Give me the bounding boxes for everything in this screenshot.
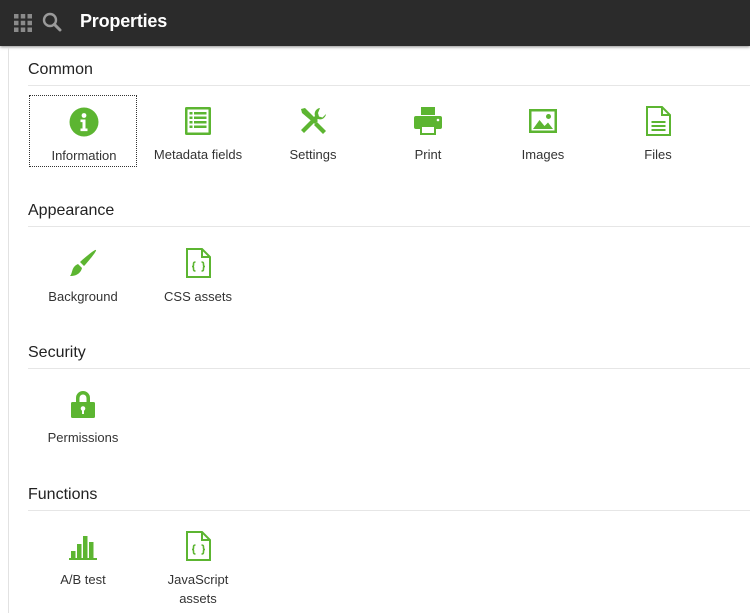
tile-ab-test[interactable]: A/B test	[29, 520, 137, 592]
tile-label: Settings	[289, 147, 337, 162]
tile-label: JavaScript assets	[167, 572, 229, 606]
tile-permissions[interactable]: Permissions	[29, 378, 137, 450]
page-title: Properties	[80, 11, 168, 31]
tile-label: Print	[414, 147, 442, 162]
tile-css-assets[interactable]: CSS assets	[144, 237, 252, 309]
tile-background[interactable]: Background	[29, 237, 137, 309]
lock-icon	[71, 391, 95, 418]
top-bar: Properties	[0, 0, 750, 46]
section-header-security: Security	[28, 344, 750, 369]
section-title: Functions	[28, 486, 98, 503]
section-header-common: Common	[28, 61, 750, 86]
tile-label: CSS assets	[164, 289, 232, 304]
tile-print[interactable]: Print	[374, 95, 482, 167]
image-icon	[529, 109, 557, 133]
tile-label: Files	[644, 147, 672, 162]
apps-grid-icon[interactable]	[14, 14, 32, 32]
bar-chart-icon	[69, 536, 97, 560]
tile-settings[interactable]: Settings	[259, 95, 367, 167]
tile-label: Images	[521, 147, 565, 162]
tile-metadata-fields[interactable]: Metadata fields	[144, 95, 252, 167]
section-title: Common	[28, 61, 93, 78]
tile-files[interactable]: Files	[604, 95, 712, 167]
file-icon	[646, 106, 671, 136]
section-header-appearance: Appearance	[28, 202, 750, 227]
code-file-icon	[186, 248, 211, 278]
section-title: Appearance	[28, 202, 115, 219]
tools-icon	[301, 108, 326, 134]
tile-images[interactable]: Images	[489, 95, 597, 167]
section-header-functions: Functions	[28, 486, 750, 511]
search-icon[interactable]	[42, 12, 62, 32]
tile-javascript-assets[interactable]: JavaScript assets	[144, 520, 252, 606]
printer-icon	[414, 107, 442, 135]
section-title: Security	[28, 344, 86, 361]
info-icon	[69, 107, 99, 137]
tile-label: Metadata fields	[153, 147, 243, 162]
tile-label: A/B test	[60, 572, 106, 587]
tile-label: Permissions	[47, 430, 119, 445]
left-divider	[8, 48, 9, 613]
code-file-icon	[186, 531, 211, 561]
tile-information[interactable]: Information	[29, 95, 137, 167]
list-icon	[185, 107, 211, 135]
tile-label: Background	[48, 289, 118, 304]
tile-label: Information	[51, 148, 117, 163]
brush-icon	[70, 249, 97, 276]
